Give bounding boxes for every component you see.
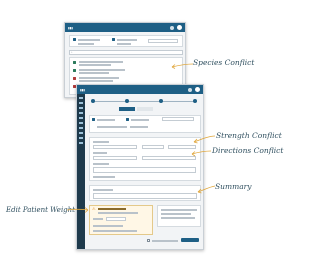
summary-heading-line	[93, 189, 113, 191]
warning-text-line	[93, 230, 137, 232]
result-drug-icon	[73, 69, 76, 72]
warning-icon: ⚠	[92, 206, 96, 211]
dose-field[interactable]	[93, 156, 137, 160]
note-line	[161, 209, 197, 211]
result-line[interactable]	[79, 72, 109, 74]
stepper-step[interactable]	[91, 99, 95, 103]
result-line[interactable]	[79, 69, 125, 71]
owner-icon	[112, 38, 115, 41]
patient-select-field[interactable]	[148, 39, 178, 43]
drug-info-line	[130, 126, 148, 128]
patient-select-field[interactable]	[162, 117, 194, 121]
checkbox[interactable]	[147, 239, 150, 242]
drug-search-input[interactable]: ⌕	[69, 50, 183, 55]
strength-field[interactable]	[142, 145, 164, 149]
drug-name-line	[97, 126, 127, 128]
note-line	[161, 213, 191, 215]
summary-annotation: Summary	[215, 182, 252, 191]
directions-field[interactable]	[93, 167, 196, 173]
frequency-field[interactable]	[142, 156, 196, 160]
stepper-step[interactable]	[125, 99, 129, 103]
stepper-step[interactable]	[193, 99, 197, 103]
strength-conflict-arrow	[192, 134, 216, 144]
prescription-window: ▮▮▮ ⚠	[76, 84, 204, 250]
edit-patient-weight-arrow	[66, 206, 90, 214]
app-logo: ▮▮▮	[80, 87, 85, 92]
tab[interactable]	[137, 107, 153, 111]
search-window-titlebar: ▮▮▮	[65, 23, 185, 32]
form-label-line	[93, 152, 107, 154]
sidebar-nav	[77, 94, 85, 249]
form-label-line	[93, 176, 115, 178]
sidebar-nav-icon[interactable]	[79, 137, 83, 139]
app-logo: ▮▮▮	[68, 25, 73, 30]
summary-panel	[89, 185, 201, 201]
form-label-line	[93, 163, 109, 165]
result-line[interactable]	[79, 77, 119, 79]
summary-field	[93, 193, 197, 199]
edit-patient-weight-annotation: Edit Patient Weight	[6, 206, 75, 214]
directions-conflict-arrow	[190, 149, 212, 157]
notification-icon[interactable]	[188, 87, 192, 92]
sidebar-nav-icon[interactable]	[79, 132, 83, 134]
user-avatar-icon[interactable]	[195, 87, 200, 92]
sidebar-nav-icon[interactable]	[79, 107, 83, 109]
owner-icon	[126, 118, 129, 121]
sidebar-nav-icon[interactable]	[79, 112, 83, 114]
checkbox-label-line	[152, 240, 178, 242]
species-conflict-icon	[73, 77, 76, 80]
sidebar-nav-icon[interactable]	[79, 142, 83, 144]
patient-drug-panel	[89, 115, 201, 133]
result-line[interactable]	[79, 61, 123, 63]
dosing-form-panel	[89, 137, 201, 181]
result-line[interactable]	[79, 80, 113, 82]
dose-warning-box: ⚠	[89, 205, 153, 235]
search-icon: ⌕	[71, 51, 73, 54]
warning-text-line	[98, 212, 138, 214]
strength-select[interactable]	[93, 145, 137, 149]
result-drug-icon	[73, 61, 76, 64]
notification-icon[interactable]	[170, 25, 174, 30]
sidebar-nav-icon[interactable]	[79, 97, 83, 99]
patient-weight-field[interactable]	[106, 217, 126, 221]
stepper-step[interactable]	[159, 99, 163, 103]
user-avatar-icon[interactable]	[177, 25, 182, 30]
owner-info-line	[117, 43, 131, 45]
dose-note-panel	[157, 205, 201, 227]
patient-name-line	[97, 119, 115, 121]
species-conflict-arrow	[170, 61, 194, 69]
stepper-track	[93, 101, 197, 102]
owner-name-line	[131, 119, 149, 121]
summary-arrow	[196, 184, 216, 194]
owner-name-line	[117, 39, 137, 41]
sidebar-nav-icon[interactable]	[79, 117, 83, 119]
result-line[interactable]	[79, 64, 111, 66]
species-conflict-annotation: Species Conflict	[193, 58, 255, 67]
weight-label-line	[93, 218, 103, 220]
continue-button[interactable]	[181, 238, 199, 242]
patient-icon	[73, 38, 76, 41]
patient-name-line	[78, 39, 100, 41]
strength-conflict-annotation: Strength Conflict	[216, 131, 282, 140]
sidebar-nav-icon[interactable]	[79, 102, 83, 104]
tab-active[interactable]	[119, 107, 135, 111]
prescription-window-titlebar: ▮▮▮	[77, 85, 203, 94]
note-line	[161, 217, 195, 219]
patient-header-panel	[69, 35, 183, 47]
sidebar-nav-icon[interactable]	[79, 127, 83, 129]
warning-text-line	[93, 225, 123, 227]
sidebar-nav-icon[interactable]	[79, 122, 83, 124]
form-label-line	[93, 141, 109, 143]
directions-conflict-annotation: Directions Conflict	[212, 146, 284, 155]
warning-title-line	[98, 208, 126, 210]
patient-icon	[92, 118, 95, 121]
patient-info-line	[78, 43, 94, 45]
